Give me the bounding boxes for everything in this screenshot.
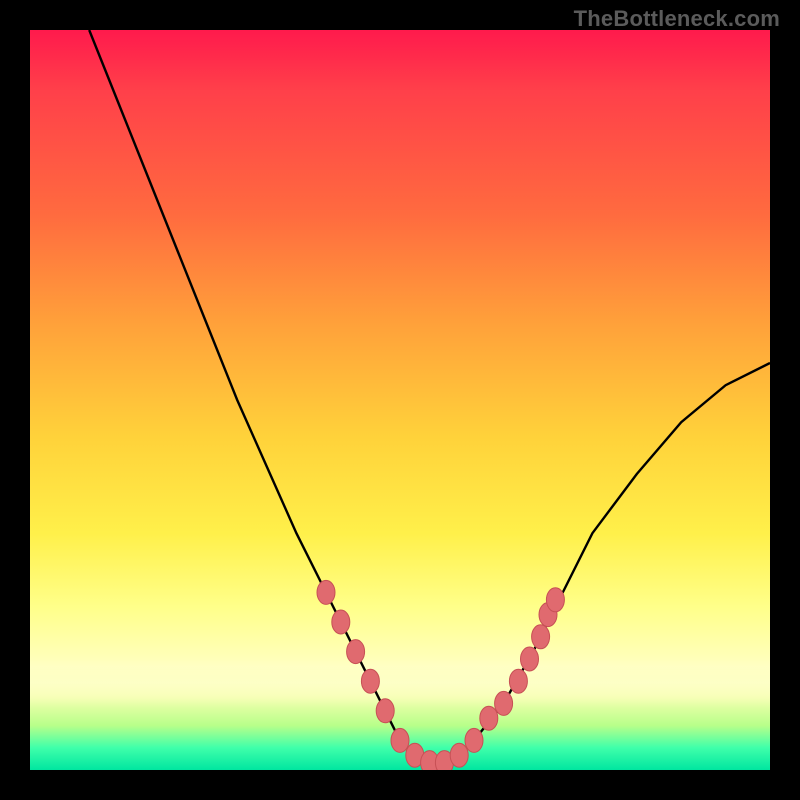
curve-marker xyxy=(509,669,527,693)
attribution-label: TheBottleneck.com xyxy=(574,6,780,32)
curve-marker xyxy=(421,751,439,770)
curve-marker xyxy=(450,743,468,767)
highlight-band xyxy=(30,658,770,708)
curve-marker xyxy=(391,728,409,752)
curve-marker xyxy=(317,580,335,604)
curve-marker xyxy=(361,669,379,693)
curve-marker xyxy=(480,706,498,730)
curve-marker xyxy=(539,603,557,627)
curve-layer xyxy=(30,30,770,770)
curve-marker xyxy=(521,647,539,671)
curve-marker xyxy=(406,743,424,767)
curve-marker xyxy=(347,640,365,664)
chart-frame: TheBottleneck.com xyxy=(0,0,800,800)
curve-marker xyxy=(332,610,350,634)
curve-marker xyxy=(495,691,513,715)
curve-marker xyxy=(376,699,394,723)
curve-marker xyxy=(546,588,564,612)
curve-markers xyxy=(317,580,564,770)
curve-marker xyxy=(465,728,483,752)
plot-area xyxy=(30,30,770,770)
bottleneck-curve xyxy=(89,30,770,763)
curve-marker xyxy=(435,751,453,770)
curve-marker xyxy=(532,625,550,649)
